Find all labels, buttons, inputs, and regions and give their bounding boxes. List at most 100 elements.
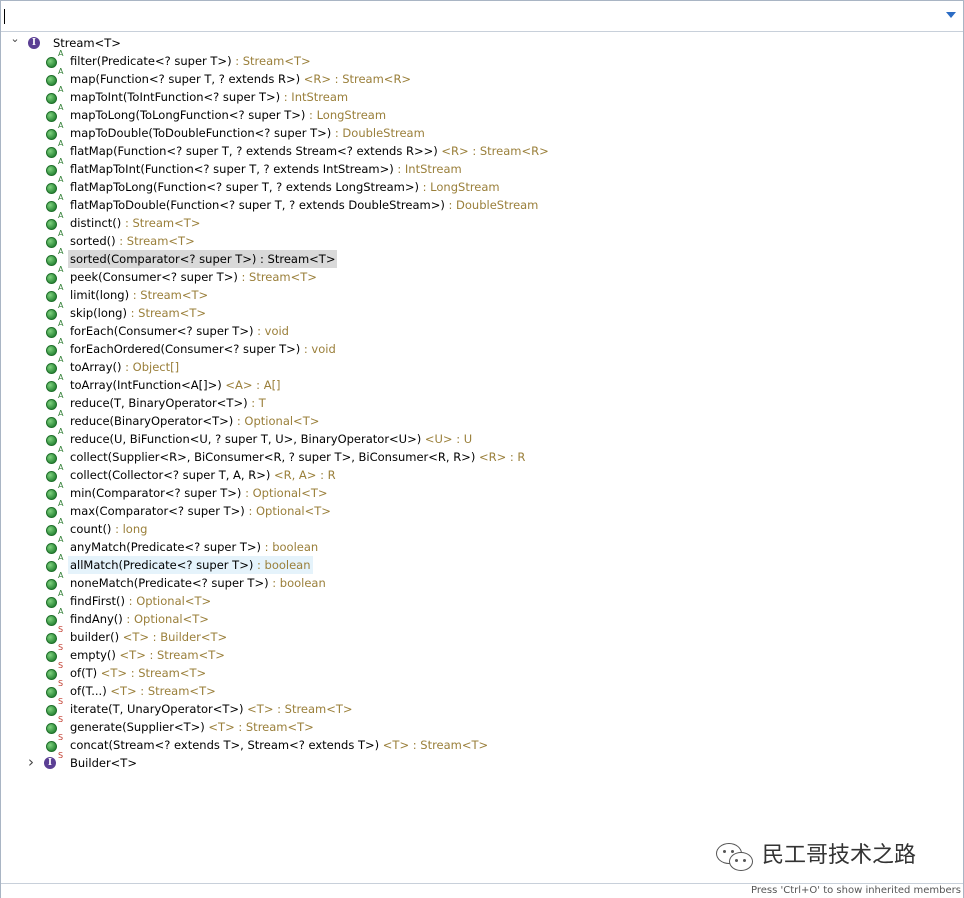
method-label[interactable]: reduce(T, BinaryOperator<T>) : T xyxy=(68,394,268,412)
abstract-modifier-icon: A xyxy=(58,463,64,472)
method-return-type: : Stream<T> xyxy=(231,54,311,68)
method-return-type: <U> : U xyxy=(421,432,473,446)
method-return-type: <R> : Stream<R> xyxy=(300,72,412,86)
method-signature: anyMatch(Predicate<? super T>) xyxy=(70,540,262,554)
method-label[interactable]: max(Comparator<? super T>) : Optional<T> xyxy=(68,502,333,520)
method-label[interactable]: collect(Supplier<R>, BiConsumer<R, ? sup… xyxy=(68,448,527,466)
method-label[interactable]: peek(Consumer<? super T>) : Stream<T> xyxy=(68,268,319,286)
method-label[interactable]: skip(long) : Stream<T> xyxy=(68,304,208,322)
nested-type-label[interactable]: Builder<T> xyxy=(68,754,139,772)
abstract-modifier-icon: A xyxy=(58,121,64,130)
expand-chevron-right-icon[interactable]: › xyxy=(24,755,38,770)
method-label[interactable]: flatMapToLong(Function<? super T, ? exte… xyxy=(68,178,502,196)
method-label[interactable]: flatMap(Function<? super T, ? extends St… xyxy=(68,142,551,160)
expand-chevron-down-icon[interactable]: ⌄ xyxy=(8,33,22,49)
method-return-type: <A> : A[] xyxy=(221,378,281,392)
public-method-icon xyxy=(46,57,57,68)
method-return-type: <T> : Stream<T> xyxy=(106,684,216,698)
method-signature: mapToDouble(ToDoubleFunction<? super T>) xyxy=(70,126,332,140)
method-label[interactable]: min(Comparator<? super T>) : Optional<T> xyxy=(68,484,330,502)
view-menu-chevron-down-icon[interactable] xyxy=(946,12,956,18)
method-signature: map(Function<? super T, ? extends R>) xyxy=(70,72,301,86)
method-label[interactable]: flatMapToDouble(Function<? super T, ? ex… xyxy=(68,196,540,214)
method-label[interactable]: sorted() : Stream<T> xyxy=(68,232,197,250)
public-method-icon xyxy=(46,327,57,338)
method-signature: collect(Supplier<R>, BiConsumer<R, ? sup… xyxy=(70,450,476,464)
method-signature: reduce(T, BinaryOperator<T>) xyxy=(70,396,248,410)
method-return-type: : void xyxy=(253,324,289,338)
abstract-modifier-icon: A xyxy=(58,571,64,580)
method-label[interactable]: limit(long) : Stream<T> xyxy=(68,286,210,304)
method-label[interactable]: distinct() : Stream<T> xyxy=(68,214,202,232)
method-label[interactable]: findFirst() : Optional<T> xyxy=(68,592,213,610)
interface-icon: I xyxy=(44,757,56,769)
method-label[interactable]: forEach(Consumer<? super T>) : void xyxy=(68,322,291,340)
public-method-icon xyxy=(46,633,57,644)
abstract-modifier-icon: A xyxy=(58,517,64,526)
wechat-logo-icon xyxy=(716,841,756,871)
abstract-modifier-icon: A xyxy=(58,157,64,166)
method-return-type: <T> : Stream<T> xyxy=(243,702,353,716)
public-method-icon xyxy=(46,237,57,248)
method-signature: flatMap(Function<? super T, ? extends St… xyxy=(70,144,438,158)
abstract-modifier-icon: A xyxy=(58,193,64,202)
public-method-icon xyxy=(46,669,57,680)
method-return-type: : void xyxy=(300,342,336,356)
method-signature: distinct() xyxy=(70,216,122,230)
method-label[interactable]: forEachOrdered(Consumer<? super T>) : vo… xyxy=(68,340,338,358)
method-label[interactable]: generate(Supplier<T>) <T> : Stream<T> xyxy=(68,718,316,736)
abstract-modifier-icon: A xyxy=(58,445,64,454)
method-signature: findAny() xyxy=(70,612,123,626)
method-label[interactable]: findAny() : Optional<T> xyxy=(68,610,211,628)
method-label[interactable]: toArray(IntFunction<A[]>) <A> : A[] xyxy=(68,376,283,394)
method-label[interactable]: concat(Stream<? extends T>, Stream<? ext… xyxy=(68,736,490,754)
abstract-modifier-icon: A xyxy=(58,67,64,76)
method-signature: limit(long) xyxy=(70,288,130,302)
method-label[interactable]: builder() <T> : Builder<T> xyxy=(68,628,229,646)
method-label[interactable]: empty() <T> : Stream<T> xyxy=(68,646,227,664)
method-label[interactable]: noneMatch(Predicate<? super T>) : boolea… xyxy=(68,574,328,592)
method-label[interactable]: count() : long xyxy=(68,520,149,538)
static-modifier-icon: S xyxy=(58,733,64,742)
method-label[interactable]: filter(Predicate<? super T>) : Stream<T> xyxy=(68,52,313,70)
method-return-type: : Optional<T> xyxy=(233,414,320,428)
method-label[interactable]: sorted(Comparator<? super T>) : Stream<T… xyxy=(68,250,338,268)
abstract-modifier-icon: A xyxy=(58,283,64,292)
method-label[interactable]: map(Function<? super T, ? extends R>) <R… xyxy=(68,70,413,88)
static-modifier-icon: S xyxy=(58,643,64,652)
method-label[interactable]: of(T) <T> : Stream<T> xyxy=(68,664,208,682)
method-signature: mapToInt(ToIntFunction<? super T>) xyxy=(70,90,281,104)
abstract-modifier-icon: A xyxy=(58,409,64,418)
abstract-modifier-icon: A xyxy=(58,337,64,346)
method-label[interactable]: collect(Collector<? super T, A, R>) <R, … xyxy=(68,466,338,484)
method-signature: min(Comparator<? super T>) xyxy=(70,486,242,500)
method-signature: sorted() xyxy=(70,234,116,248)
method-signature: filter(Predicate<? super T>) xyxy=(70,54,232,68)
method-label[interactable]: anyMatch(Predicate<? super T>) : boolean xyxy=(68,538,320,556)
method-label[interactable]: of(T...) <T> : Stream<T> xyxy=(68,682,218,700)
method-label[interactable]: mapToDouble(ToDoubleFunction<? super T>)… xyxy=(68,124,427,142)
public-method-icon xyxy=(46,381,57,392)
method-signature: forEachOrdered(Consumer<? super T>) xyxy=(70,342,301,356)
abstract-modifier-icon: A xyxy=(58,589,64,598)
public-method-icon xyxy=(46,309,57,320)
filter-input[interactable] xyxy=(5,7,935,25)
method-return-type: <T> : Builder<T> xyxy=(119,630,228,644)
method-label[interactable]: allMatch(Predicate<? super T>) : boolean xyxy=(68,556,313,574)
method-label[interactable]: flatMapToInt(Function<? super T, ? exten… xyxy=(68,160,464,178)
static-modifier-icon: S xyxy=(58,715,64,724)
method-signature: sorted(Comparator<? super T>) xyxy=(70,252,257,266)
watermark-text: 民工哥技术之路 xyxy=(762,843,917,868)
method-label[interactable]: mapToLong(ToLongFunction<? super T>) : L… xyxy=(68,106,388,124)
method-return-type: : boolean xyxy=(253,558,311,572)
abstract-modifier-icon: A xyxy=(58,211,64,220)
method-signature: generate(Supplier<T>) xyxy=(70,720,205,734)
method-return-type: <T> : Stream<T> xyxy=(204,720,314,734)
abstract-modifier-icon: A xyxy=(58,139,64,148)
method-label[interactable]: reduce(BinaryOperator<T>) : Optional<T> xyxy=(68,412,321,430)
method-label[interactable]: iterate(T, UnaryOperator<T>) <T> : Strea… xyxy=(68,700,355,718)
method-label[interactable]: toArray() : Object[] xyxy=(68,358,181,376)
method-label[interactable]: reduce(U, BiFunction<U, ? super T, U>, B… xyxy=(68,430,474,448)
method-return-type: : LongStream xyxy=(419,180,500,194)
method-label[interactable]: mapToInt(ToIntFunction<? super T>) : Int… xyxy=(68,88,350,106)
